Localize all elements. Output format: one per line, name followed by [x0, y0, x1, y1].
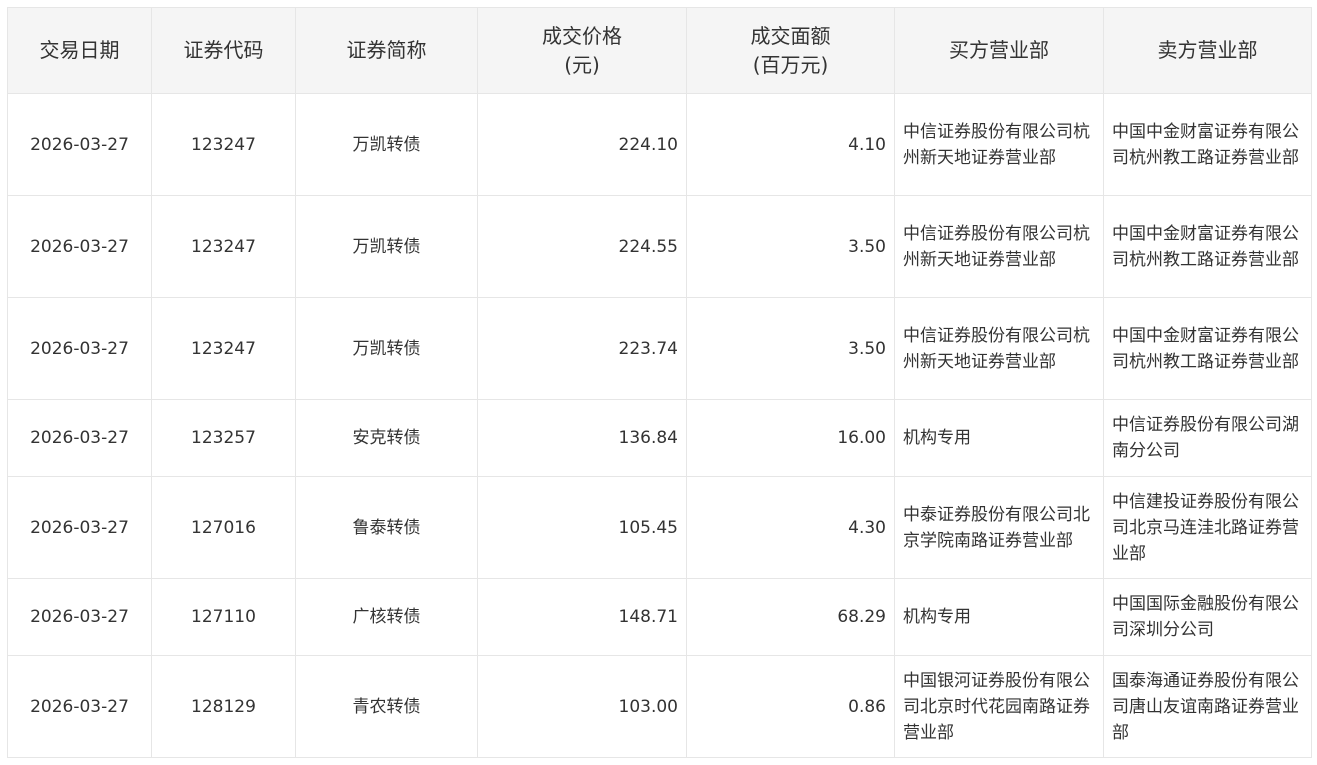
- cell-buyer-branch: 中信证券股份有限公司杭州新天地证券营业部: [894, 93, 1104, 196]
- cell-trade-price: 148.71: [477, 578, 687, 656]
- cell-security-code: 123247: [151, 195, 296, 298]
- cell-trade-amount: 3.50: [686, 195, 895, 298]
- cell-buyer-branch: 中泰证券股份有限公司北京学院南路证券营业部: [894, 476, 1104, 579]
- header-trade-amount[interactable]: 成交面额 (百万元): [686, 7, 895, 94]
- cell-trade-amount: 16.00: [686, 399, 895, 477]
- cell-security-name: 万凯转债: [295, 93, 478, 196]
- cell-trade-price: 224.10: [477, 93, 687, 196]
- table-row: 2026-03-27 127110 广核转债 148.71 68.29 机构专用…: [7, 578, 1312, 656]
- cell-security-code: 128129: [151, 655, 296, 758]
- cell-trade-amount: 4.30: [686, 476, 895, 579]
- cell-trade-amount: 0.86: [686, 655, 895, 758]
- cell-trade-date: 2026-03-27: [7, 195, 152, 298]
- table-row: 2026-03-27 127016 鲁泰转债 105.45 4.30 中泰证券股…: [7, 476, 1312, 579]
- cell-trade-price: 223.74: [477, 297, 687, 400]
- table-row: 2026-03-27 123247 万凯转债 224.55 3.50 中信证券股…: [7, 195, 1312, 298]
- cell-trade-price: 136.84: [477, 399, 687, 477]
- table-row: 2026-03-27 128129 青农转债 103.00 0.86 中国银河证…: [7, 655, 1312, 758]
- cell-trade-price: 103.00: [477, 655, 687, 758]
- cell-seller-branch: 中国中金财富证券有限公司杭州教工路证券营业部: [1103, 93, 1312, 196]
- cell-seller-branch: 国泰海通证券股份有限公司唐山友谊南路证券营业部: [1103, 655, 1312, 758]
- cell-trade-date: 2026-03-27: [7, 93, 152, 196]
- block-trade-table: 交易日期 证券代码 证券简称 成交价格 (元) 成交面额 (百万元) 买方营业部 卖…: [7, 7, 1312, 758]
- cell-buyer-branch: 中信证券股份有限公司杭州新天地证券营业部: [894, 195, 1104, 298]
- cell-security-name: 安克转债: [295, 399, 478, 477]
- header-buyer-branch[interactable]: 买方营业部: [894, 7, 1104, 94]
- cell-trade-date: 2026-03-27: [7, 578, 152, 656]
- cell-trade-date: 2026-03-27: [7, 399, 152, 477]
- cell-buyer-branch: 中信证券股份有限公司杭州新天地证券营业部: [894, 297, 1104, 400]
- cell-trade-amount: 3.50: [686, 297, 895, 400]
- cell-trade-amount: 4.10: [686, 93, 895, 196]
- cell-seller-branch: 中国中金财富证券有限公司杭州教工路证券营业部: [1103, 297, 1312, 400]
- header-trade-price[interactable]: 成交价格 (元): [477, 7, 687, 94]
- cell-security-code: 127110: [151, 578, 296, 656]
- header-security-name[interactable]: 证券简称: [295, 7, 478, 94]
- table-header-row: 交易日期 证券代码 证券简称 成交价格 (元) 成交面额 (百万元) 买方营业部 卖…: [7, 7, 1312, 94]
- cell-trade-price: 224.55: [477, 195, 687, 298]
- cell-security-name: 青农转债: [295, 655, 478, 758]
- cell-security-code: 123247: [151, 297, 296, 400]
- table-row: 2026-03-27 123247 万凯转债 223.74 3.50 中信证券股…: [7, 297, 1312, 400]
- cell-security-code: 127016: [151, 476, 296, 579]
- cell-trade-price: 105.45: [477, 476, 687, 579]
- header-security-code[interactable]: 证券代码: [151, 7, 296, 94]
- cell-security-name: 广核转债: [295, 578, 478, 656]
- cell-trade-date: 2026-03-27: [7, 297, 152, 400]
- cell-seller-branch: 中国国际金融股份有限公司深圳分公司: [1103, 578, 1312, 656]
- header-trade-date[interactable]: 交易日期: [7, 7, 152, 94]
- header-seller-branch[interactable]: 卖方营业部: [1103, 7, 1312, 94]
- cell-trade-date: 2026-03-27: [7, 476, 152, 579]
- cell-trade-date: 2026-03-27: [7, 655, 152, 758]
- cell-seller-branch: 中信证券股份有限公司湖南分公司: [1103, 399, 1312, 477]
- cell-security-name: 万凯转债: [295, 195, 478, 298]
- cell-security-name: 鲁泰转债: [295, 476, 478, 579]
- cell-security-code: 123247: [151, 93, 296, 196]
- table-row: 2026-03-27 123257 安克转债 136.84 16.00 机构专用…: [7, 399, 1312, 477]
- cell-buyer-branch: 机构专用: [894, 578, 1104, 656]
- cell-seller-branch: 中信建投证券股份有限公司北京马连洼北路证券营业部: [1103, 476, 1312, 579]
- cell-trade-amount: 68.29: [686, 578, 895, 656]
- cell-buyer-branch: 机构专用: [894, 399, 1104, 477]
- cell-security-code: 123257: [151, 399, 296, 477]
- cell-security-name: 万凯转债: [295, 297, 478, 400]
- cell-buyer-branch: 中国银河证券股份有限公司北京时代花园南路证券营业部: [894, 655, 1104, 758]
- cell-seller-branch: 中国中金财富证券有限公司杭州教工路证券营业部: [1103, 195, 1312, 298]
- table-row: 2026-03-27 123247 万凯转债 224.10 4.10 中信证券股…: [7, 93, 1312, 196]
